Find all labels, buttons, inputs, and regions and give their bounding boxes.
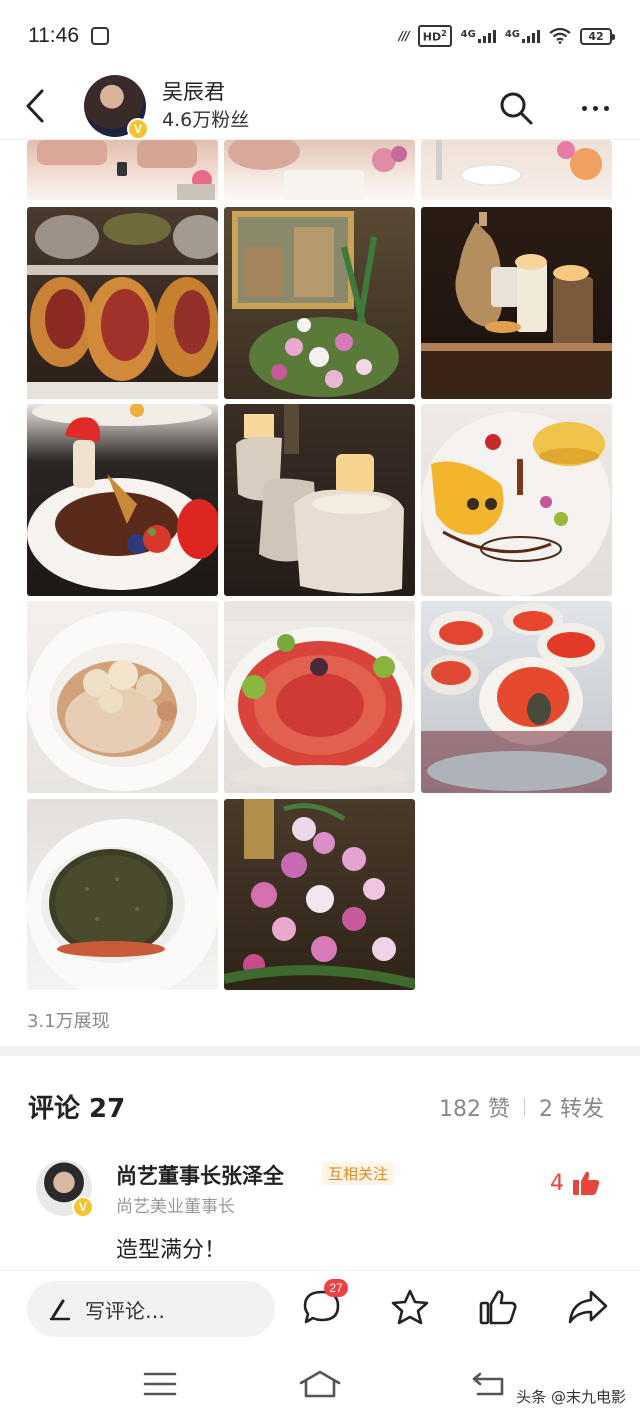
section-divider xyxy=(0,1046,640,1056)
battery-icon: 42 xyxy=(580,27,615,45)
photo-thumbnail[interactable] xyxy=(27,140,218,200)
more-button[interactable] xyxy=(570,86,620,130)
post-stats: 182 赞 2 转发 xyxy=(439,1091,604,1123)
comment-like-count: 4 xyxy=(550,1170,564,1196)
repost-count[interactable]: 2 转发 xyxy=(539,1091,604,1123)
pen-icon xyxy=(49,1299,71,1321)
comment-text[interactable]: 造型满分！ xyxy=(116,1232,226,1264)
commenter-subtitle: 尚艺美业董事长 xyxy=(116,1197,235,1217)
photo-grid xyxy=(27,140,613,992)
photo-thumbnail[interactable] xyxy=(27,207,218,399)
search-button[interactable] xyxy=(494,86,538,130)
photo-thumbnail[interactable] xyxy=(27,404,218,596)
nav-menu-button[interactable] xyxy=(138,1364,182,1404)
status-time: 11:46 xyxy=(28,24,79,47)
verified-badge: V xyxy=(72,1196,94,1218)
comment-item: V 尚艺董事长张泽全 互相关注 尚艺美业董事长 造型满分！ 4 xyxy=(36,1160,616,1270)
more-dot-icon xyxy=(592,105,598,111)
share-button[interactable] xyxy=(566,1285,610,1329)
home-icon xyxy=(299,1370,341,1398)
photo-thumbnail[interactable] xyxy=(224,799,415,990)
wifi-icon xyxy=(549,28,571,44)
menu-icon xyxy=(143,1372,177,1396)
profile-header: V 吴辰君 4.6万粉丝 xyxy=(0,72,640,140)
chevron-left-icon xyxy=(26,89,44,122)
signal-icon-1: 4G xyxy=(461,29,496,43)
photo-thumbnail[interactable] xyxy=(224,140,415,200)
signal-icon-2: 4G xyxy=(505,29,540,43)
write-comment-placeholder: 写评论… xyxy=(85,1298,165,1323)
nfc-icon: /// xyxy=(398,29,410,43)
photo-thumbnail[interactable] xyxy=(421,601,612,793)
photo-thumbnail[interactable] xyxy=(27,601,218,793)
comment-button[interactable]: 27 xyxy=(300,1279,348,1329)
nav-back-button[interactable] xyxy=(466,1364,510,1404)
bottom-action-bar: 写评论… 27 xyxy=(0,1270,640,1348)
status-icons: /// HD2 4G 4G 42 xyxy=(398,25,615,47)
hd-sub: 2 xyxy=(441,29,447,39)
stats-divider xyxy=(524,1098,525,1116)
notification-icon xyxy=(91,27,109,45)
photo-thumbnail[interactable] xyxy=(224,207,415,399)
battery-level: 42 xyxy=(588,29,604,43)
more-dot-icon xyxy=(581,105,587,111)
mutual-follow-tag: 互相关注 xyxy=(322,1162,395,1185)
thumbs-up-outline-icon xyxy=(479,1290,517,1325)
favorite-button[interactable] xyxy=(388,1285,432,1329)
verified-badge: V xyxy=(127,117,149,140)
comments-title: 评论 27 xyxy=(28,1094,126,1124)
photo-thumbnail[interactable] xyxy=(224,404,415,596)
share-arrow-icon xyxy=(568,1290,608,1324)
nav-home-button[interactable] xyxy=(298,1364,342,1404)
comment-count-badge: 27 xyxy=(324,1279,348,1297)
photo-thumbnail[interactable] xyxy=(421,207,612,399)
star-icon xyxy=(391,1289,429,1325)
likes-count[interactable]: 182 赞 xyxy=(439,1091,510,1123)
network-label-1: 4G xyxy=(460,29,476,40)
photo-thumbnail[interactable] xyxy=(224,601,415,793)
hd-label: HD xyxy=(422,30,442,44)
user-avatar[interactable]: V xyxy=(84,74,149,140)
photo-thumbnail[interactable] xyxy=(421,404,612,596)
thumbs-up-icon xyxy=(573,1171,600,1195)
network-label-2: 4G xyxy=(504,29,520,40)
commenter-name[interactable]: 尚艺董事长张泽全 xyxy=(116,1160,284,1190)
user-name[interactable]: 吴辰君 xyxy=(162,78,249,106)
fans-count: 4.6万粉丝 xyxy=(162,108,250,131)
impressions-count: 3.1万展现 xyxy=(27,1011,110,1032)
photo-thumbnail[interactable] xyxy=(27,799,218,990)
back-button[interactable] xyxy=(0,72,70,140)
system-nav-bar xyxy=(0,1348,640,1422)
more-dot-icon xyxy=(603,105,609,111)
return-icon xyxy=(472,1372,504,1396)
write-comment-input[interactable]: 写评论… xyxy=(27,1281,275,1337)
hd-icon: HD2 xyxy=(417,25,452,47)
status-bar: 11:46 /// HD2 4G 4G 42 xyxy=(0,0,640,72)
photo-thumbnail[interactable] xyxy=(421,140,612,200)
search-icon xyxy=(500,92,533,125)
watermark: 头条 @末九电影 xyxy=(516,1388,626,1406)
like-button[interactable] xyxy=(476,1285,520,1329)
comment-like-button[interactable]: 4 xyxy=(550,1170,600,1196)
user-info[interactable]: 吴辰君 4.6万粉丝 xyxy=(162,78,249,134)
